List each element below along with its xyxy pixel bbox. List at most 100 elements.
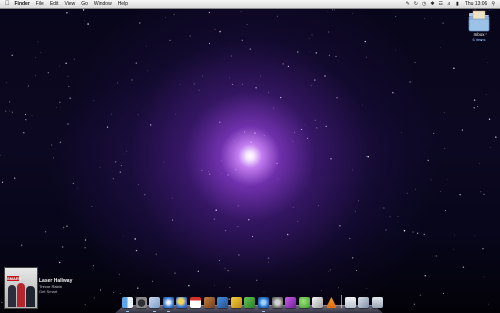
documents-stack-icon[interactable]	[344, 297, 356, 308]
sync-icon[interactable]: ↻	[414, 0, 418, 8]
star	[443, 111, 445, 113]
star	[5, 110, 7, 112]
menu-app-finder[interactable]: Finder	[15, 0, 30, 8]
star	[276, 162, 278, 165]
menu-edit[interactable]: Edit	[50, 0, 59, 8]
menu-file[interactable]: File	[36, 0, 44, 8]
star	[329, 269, 331, 271]
battery-icon[interactable]: ▮	[456, 0, 459, 8]
dashboard-icon[interactable]	[135, 297, 147, 308]
menu-help[interactable]: Help	[118, 0, 128, 8]
purple-app-icon[interactable]	[285, 297, 297, 308]
system-preferences-icon[interactable]	[271, 297, 283, 308]
star	[358, 200, 359, 202]
star	[235, 169, 237, 171]
star	[442, 292, 444, 294]
star	[446, 179, 448, 180]
star	[413, 303, 416, 305]
star	[31, 115, 33, 117]
vlc-icon[interactable]	[325, 297, 337, 308]
star	[27, 85, 29, 87]
trash-icon[interactable]	[371, 297, 383, 308]
star	[316, 127, 318, 129]
downloads-stack-icon[interactable]	[358, 297, 370, 308]
itunes-icon[interactable]	[257, 297, 269, 312]
star	[67, 123, 69, 125]
star	[231, 83, 234, 86]
desktop-folder-inbox[interactable]: Inbox 6 items	[462, 10, 496, 42]
star	[415, 188, 416, 190]
apple-menu-icon[interactable]: 	[5, 0, 10, 8]
star	[318, 205, 319, 206]
wifi-icon[interactable]: ☲	[439, 0, 443, 8]
star	[37, 41, 39, 43]
star	[152, 280, 154, 282]
star	[251, 236, 254, 238]
photo-icon[interactable]	[203, 297, 215, 308]
star	[419, 294, 421, 296]
ichat-icon[interactable]	[176, 297, 188, 308]
finder-icon[interactable]	[122, 297, 133, 312]
star	[215, 209, 217, 211]
menu-clock[interactable]: Thu 13:06	[465, 1, 488, 7]
star	[453, 67, 455, 69]
star	[364, 40, 366, 43]
leaf-icon[interactable]	[298, 297, 310, 308]
star	[123, 235, 124, 236]
star	[477, 106, 479, 107]
star	[227, 174, 229, 176]
star	[383, 207, 385, 209]
star	[282, 63, 284, 65]
spotlight-search-icon[interactable]: ⚲	[491, 1, 495, 7]
star	[40, 51, 42, 53]
star	[297, 220, 299, 222]
time-machine-icon[interactable]: ◷	[422, 0, 426, 8]
star	[483, 193, 485, 195]
star	[292, 141, 294, 142]
green-app-icon[interactable]	[244, 297, 256, 308]
menu-go[interactable]: Go	[81, 0, 88, 8]
star	[255, 87, 257, 89]
menu-view[interactable]: View	[64, 0, 75, 8]
star	[480, 191, 482, 193]
star	[243, 131, 245, 133]
star	[409, 81, 411, 83]
bluetooth-icon[interactable]: ✱	[430, 0, 434, 8]
star	[249, 48, 252, 50]
star	[202, 75, 203, 77]
star	[309, 38, 311, 40]
star	[137, 287, 139, 289]
album-art[interactable]: SMART	[4, 267, 38, 309]
star	[267, 257, 270, 259]
volume-icon[interactable]: ♬	[447, 0, 452, 8]
star	[263, 135, 265, 136]
star	[325, 125, 327, 128]
star	[73, 58, 75, 60]
menu-window[interactable]: Window	[94, 0, 112, 8]
star	[84, 239, 87, 241]
now-playing-widget[interactable]: SMART Laser Hallway Trevor Rabin Get Sma…	[4, 267, 94, 309]
pen-icon[interactable]	[217, 297, 229, 308]
star	[155, 253, 157, 255]
star	[172, 219, 174, 221]
star	[392, 92, 394, 94]
star	[165, 17, 166, 18]
star	[240, 11, 242, 13]
menu-extras: ✎ ↻ ◷ ✱ ☲ ♬ ▮ Thu 13:06 ⚲	[402, 0, 500, 8]
safari-icon[interactable]	[162, 297, 174, 312]
script-icon[interactable]: ✎	[406, 0, 410, 8]
star	[139, 22, 141, 24]
mail-icon[interactable]	[149, 297, 161, 312]
star	[473, 99, 476, 101]
game-icon[interactable]	[230, 297, 242, 308]
ical-icon[interactable]	[189, 297, 201, 308]
star	[309, 51, 310, 53]
star	[188, 285, 190, 287]
star	[77, 188, 79, 189]
star	[189, 35, 191, 37]
star	[474, 235, 476, 237]
star	[62, 226, 65, 229]
sign-icon[interactable]	[312, 297, 324, 308]
star	[462, 266, 465, 268]
star	[294, 131, 296, 133]
